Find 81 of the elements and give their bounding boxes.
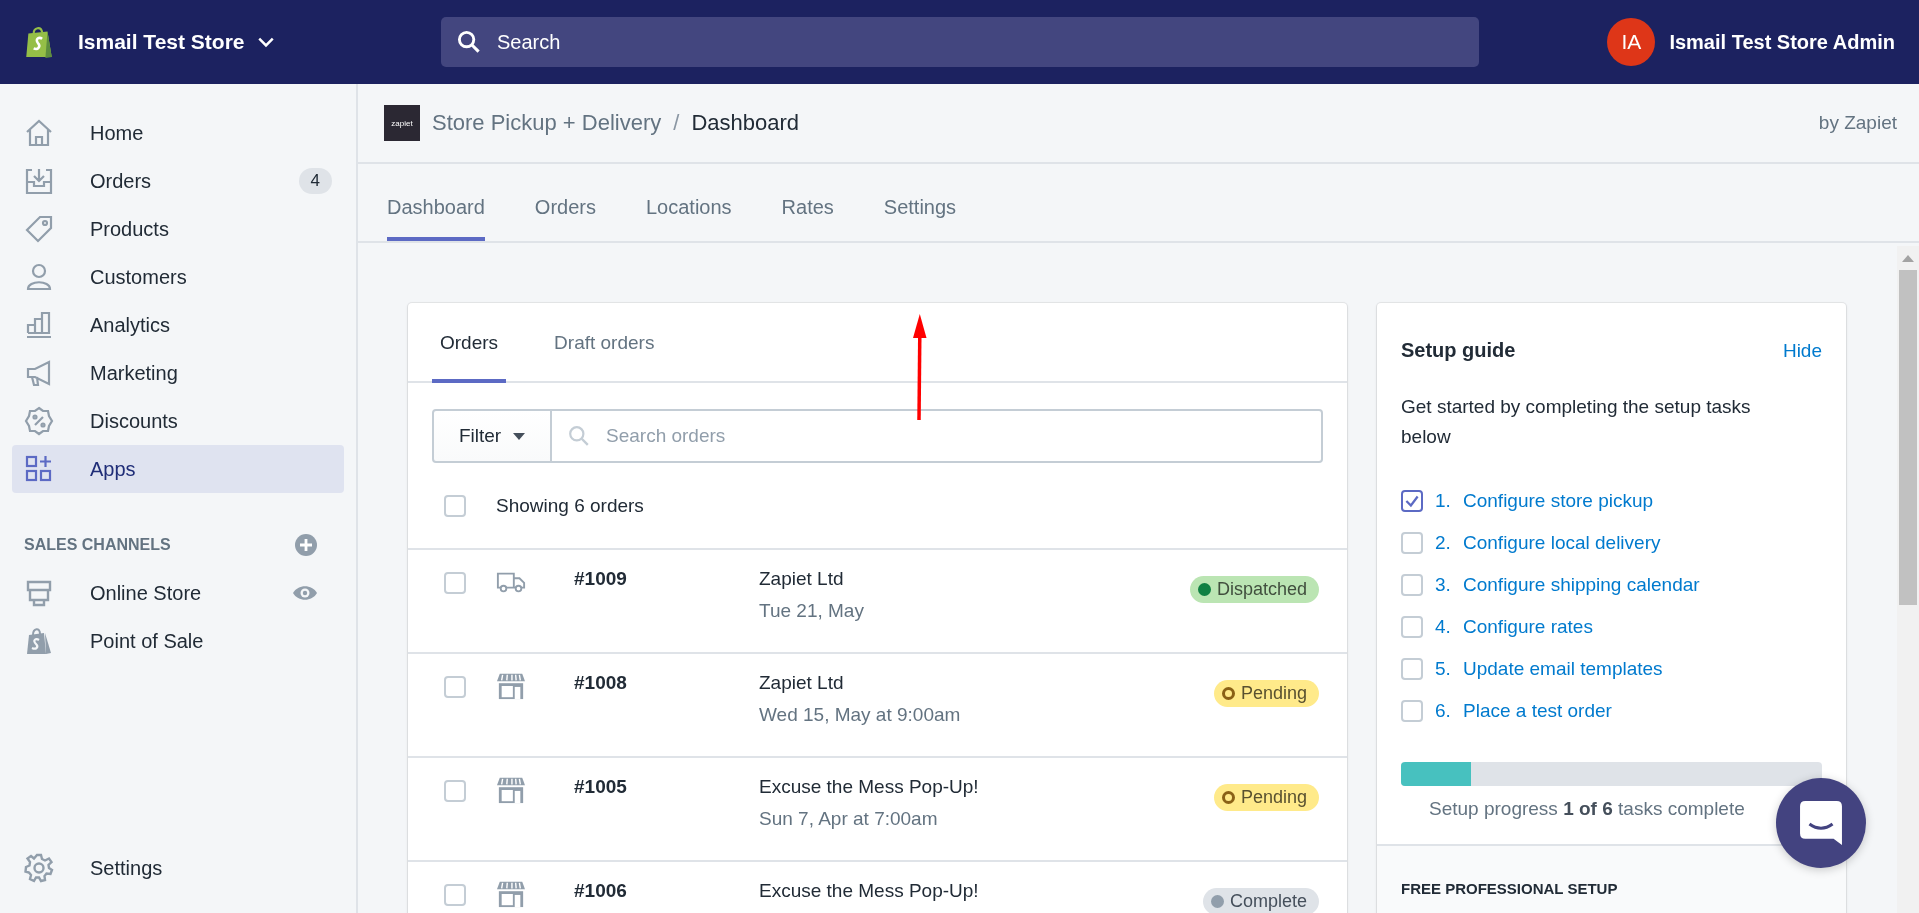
shopping-bag-icon: [24, 626, 54, 656]
hide-link[interactable]: Hide: [1782, 339, 1822, 362]
tab[interactable]: Settings: [883, 164, 957, 241]
sidebar-item[interactable]: Customers: [12, 253, 344, 301]
sidebar-item[interactable]: Analytics: [12, 301, 344, 349]
checkbox[interactable]: [1401, 490, 1423, 512]
settings-icon: [24, 853, 54, 883]
count-badge: 4: [298, 168, 332, 194]
results-count: Showing 6 orders: [496, 494, 644, 517]
order-date: Tue 21, May: [759, 600, 865, 622]
bar-chart-icon: [24, 310, 54, 340]
tab[interactable]: Draft orders: [546, 303, 663, 383]
caret-icon: [513, 432, 526, 440]
customer-name: Zapiet Ltd: [759, 672, 845, 694]
chat-icon: [1800, 801, 1842, 845]
order-number[interactable]: #1006: [574, 880, 759, 902]
customer-name: Excuse the Mess Pop-Up!: [759, 880, 980, 902]
order-date: Sun 7, Apr at 7:00am: [759, 808, 939, 830]
avatar: IA: [1607, 18, 1656, 66]
tab[interactable]: Dashboard: [387, 164, 485, 241]
scroll-up-icon[interactable]: [1902, 254, 1914, 262]
sidebar-item[interactable]: Marketing: [12, 349, 344, 397]
tab[interactable]: Orders: [432, 303, 507, 383]
status-badge: Complete: [1202, 888, 1319, 913]
sidebar-item[interactable]: Settings: [12, 844, 344, 892]
tab[interactable]: Locations: [645, 164, 732, 241]
sidebar-item[interactable]: Orders 4: [12, 157, 344, 205]
vendor-label: by Zapiet: [1818, 112, 1897, 134]
status-badge: Pending: [1213, 680, 1319, 707]
search-icon: [568, 425, 590, 447]
sidebar-item[interactable]: Online Store: [12, 569, 292, 617]
task-link[interactable]: 3. Configure shipping calendar: [1435, 574, 1700, 596]
task-link[interactable]: 6. Place a test order: [1435, 700, 1612, 722]
user-name: Ismail Test Store Admin: [1669, 30, 1895, 54]
breadcrumb-separator: /: [673, 110, 680, 136]
status-badge: Pending: [1213, 784, 1319, 811]
section-heading: FREE PROFESSIONAL SETUP: [1401, 880, 1618, 897]
tag-icon: [24, 214, 54, 244]
sidebar-item[interactable]: Products: [12, 205, 344, 253]
search-icon: [457, 30, 481, 54]
tab[interactable]: Orders: [534, 164, 596, 241]
order-number[interactable]: #1005: [574, 776, 759, 798]
search-bar[interactable]: Search: [441, 17, 1479, 67]
store-switcher[interactable]: Ismail Test Store: [78, 30, 275, 54]
percent-badge-icon: [24, 406, 54, 436]
order-number[interactable]: #1009: [574, 568, 759, 590]
sidebar-item[interactable]: Apps: [12, 445, 344, 493]
chevron-down-icon: [256, 36, 275, 48]
description: Get started by completing the setup tasks below: [1401, 395, 1752, 449]
shopping-bag-logo-icon: [24, 25, 54, 59]
customer-name: Zapiet Ltd: [759, 568, 845, 590]
scrollbar[interactable]: [1897, 246, 1919, 913]
inbox-icon: [24, 166, 54, 196]
order-date: Wed 15, May at 9:00am: [759, 704, 962, 726]
add-icon[interactable]: [294, 533, 318, 557]
task-link[interactable]: 1. Configure store pickup: [1435, 490, 1654, 512]
storefront-icon: [24, 578, 54, 608]
sidebar-item[interactable]: Home: [12, 109, 344, 157]
section-heading: SALES CHANNELS: [24, 536, 171, 554]
customer-name: Excuse the Mess Pop-Up!: [759, 776, 980, 798]
order-number[interactable]: #1008: [574, 672, 759, 694]
search-field[interactable]: Search: [495, 29, 1463, 55]
sidebar-item[interactable]: Point of Sale: [12, 617, 318, 665]
status-badge: Dispatched: [1189, 576, 1319, 603]
sidebar-item[interactable]: Discounts: [12, 397, 344, 445]
search-bar[interactable]: Search orders: [552, 409, 1323, 463]
task-link[interactable]: 2. Configure local delivery: [1435, 532, 1661, 554]
person-icon: [24, 262, 54, 292]
app-logo: zapiet: [384, 105, 420, 141]
task-link[interactable]: 4. Configure rates: [1435, 616, 1593, 638]
card-title: Setup guide: [1401, 339, 1516, 362]
tab[interactable]: Rates: [781, 164, 834, 241]
progress-text: Setup progress 1 of 6 tasks complete: [1428, 798, 1746, 820]
account-menu[interactable]: IA Ismail Test Store Admin: [1607, 18, 1895, 66]
breadcrumb-link[interactable]: Store Pickup + Delivery: [432, 110, 662, 136]
home-icon: [24, 118, 54, 148]
page-title: Dashboard: [691, 110, 800, 136]
eye-icon[interactable]: [292, 584, 318, 602]
task-link[interactable]: 5. Update email templates: [1435, 658, 1663, 680]
apps-grid-icon: [24, 454, 54, 484]
filter-button[interactable]: Filter: [432, 409, 552, 463]
